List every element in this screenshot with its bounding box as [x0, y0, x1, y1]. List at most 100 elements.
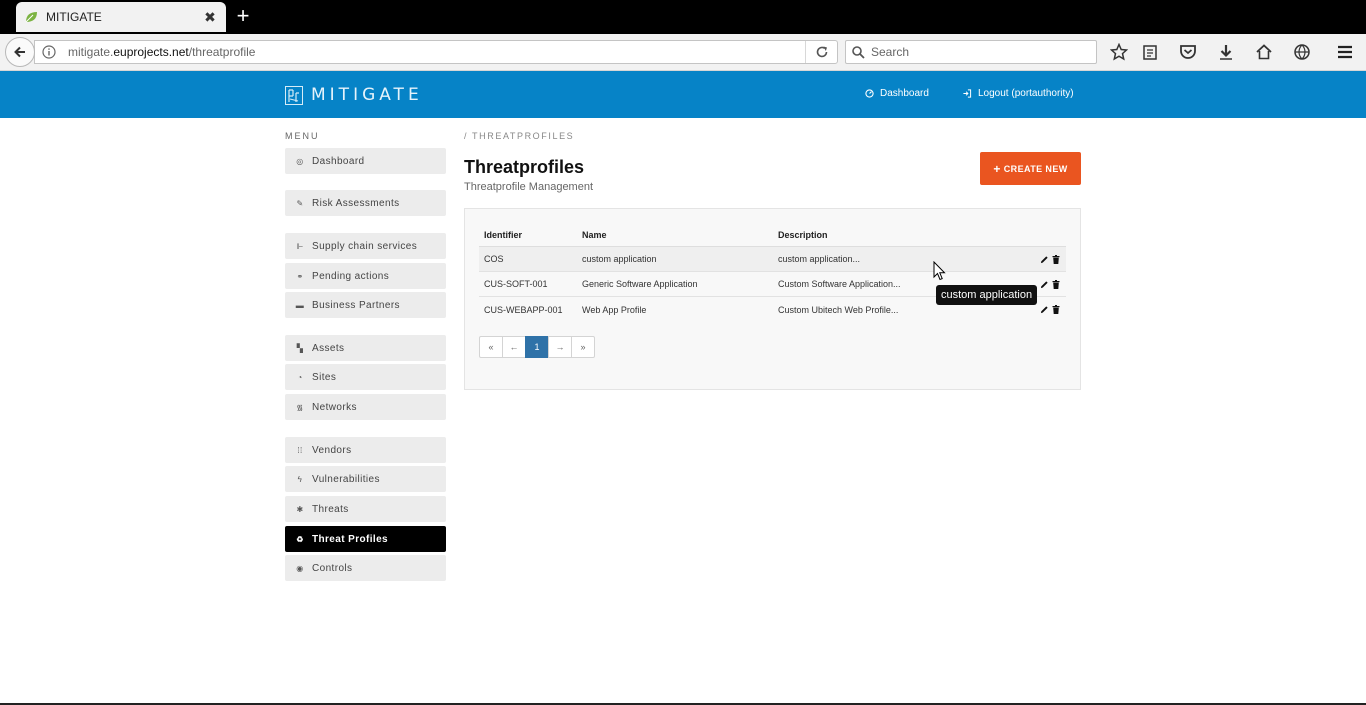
breadcrumb: / THREATPROFILES — [464, 131, 575, 141]
brand[interactable]: MITIGATE — [285, 85, 423, 105]
sidebar-item-label: Sites — [312, 371, 337, 383]
dashboard-icon — [865, 89, 874, 98]
brand-name: MITIGATE — [311, 85, 423, 105]
sidebar-item-sites[interactable]: ◔ Sites — [285, 364, 446, 390]
reload-icon[interactable] — [805, 41, 837, 63]
briefcase-icon: ▬ — [295, 300, 305, 310]
cell-description: custom application... — [778, 254, 861, 264]
create-new-label: CREATE NEW — [1003, 163, 1068, 174]
cell-identifier: CUS-SOFT-001 — [484, 279, 548, 289]
url-domain: euprojects.net — [113, 45, 189, 59]
sidebar-item-networks[interactable]: ᯾ Networks — [285, 394, 446, 420]
sidebar-item-label: Threat Profiles — [312, 533, 389, 545]
home-icon[interactable] — [1254, 42, 1274, 62]
header-logout-label: Logout (portauthority) — [978, 88, 1074, 99]
sidebar-item-label: Supply chain services — [312, 240, 418, 252]
browser-search-input[interactable] — [871, 45, 1091, 59]
dashboard-icon: ◎ — [296, 156, 304, 166]
url-text[interactable]: mitigate.euprojects.net/threatprofile — [68, 45, 805, 59]
eye-icon: ◉ — [296, 563, 304, 573]
link-icon: ⚭ — [296, 271, 304, 281]
pagination: « ← 1 → » — [479, 336, 595, 358]
cell-identifier: CUS-WEBAPP-001 — [484, 304, 563, 315]
browser-search-bar[interactable] — [845, 40, 1097, 64]
cell-identifier: COS — [484, 254, 504, 264]
column-header-description[interactable]: Description — [773, 230, 1028, 240]
page-title: Threatprofiles — [464, 157, 585, 177]
browser-tab[interactable]: MITIGATE ✖ — [16, 2, 226, 32]
reading-list-icon[interactable] — [1140, 42, 1160, 62]
recycle-icon: ♻ — [296, 534, 304, 544]
globe-icon: ◔ — [297, 372, 303, 382]
url-bar[interactable]: mitigate.euprojects.net/threatprofile — [34, 40, 838, 64]
sidebar-item-label: Vendors — [312, 444, 352, 456]
delete-trash-icon[interactable] — [1052, 254, 1060, 264]
bolt-icon: ϟ — [297, 474, 303, 484]
row-actions — [1028, 305, 1066, 314]
edit-pencil-icon[interactable] — [1040, 255, 1049, 264]
download-icon[interactable] — [1216, 42, 1236, 62]
pagination-first-button[interactable]: « — [479, 336, 503, 358]
header-logout-link[interactable]: Logout (portauthority) — [962, 88, 1074, 99]
pagination-page-1[interactable]: 1 — [525, 336, 549, 358]
grid-icon: ⁞⁞ — [297, 445, 303, 455]
sidebar-item-label: Assets — [312, 342, 345, 354]
delete-trash-icon[interactable] — [1052, 305, 1060, 314]
wifi-icon: ᯾ — [296, 402, 304, 412]
column-header-name[interactable]: Name — [577, 230, 773, 240]
create-new-button[interactable]: + CREATE NEW — [980, 152, 1081, 185]
bookmark-star-icon[interactable] — [1109, 42, 1129, 62]
edit-pencil-icon[interactable] — [1040, 305, 1049, 314]
pagination-last-button[interactable]: » — [571, 336, 595, 358]
assets-icon: ▚ — [296, 343, 304, 353]
mitigate-logo-icon — [285, 85, 303, 105]
hamburger-menu-icon[interactable] — [1335, 42, 1355, 62]
app-header: MITIGATE Dashboard Logout (portauthority… — [0, 71, 1366, 118]
delete-trash-icon[interactable] — [1052, 279, 1060, 289]
sidebar-item-assets[interactable]: ▚ Assets — [285, 335, 446, 361]
sidebar-item-label: Threats — [312, 503, 349, 515]
sidebar-item-vendors[interactable]: ⁞⁞ Vendors — [285, 437, 446, 463]
sidebar-item-threats[interactable]: ✱ Threats — [285, 496, 446, 522]
browser-navbar: mitigate.euprojects.net/threatprofile — [0, 34, 1366, 71]
header-dashboard-label: Dashboard — [880, 88, 929, 99]
sidebar-item-dashboard[interactable]: ◎ Dashboard — [285, 148, 446, 174]
header-dashboard-link[interactable]: Dashboard — [865, 88, 929, 99]
sidebar-item-controls[interactable]: ◉ Controls — [285, 555, 446, 581]
bug-icon: ✱ — [296, 504, 304, 514]
sidebar-item-label: Risk Assessments — [312, 197, 400, 209]
sidebar-item-label: Controls — [312, 562, 353, 574]
cell-name: Web App Profile — [582, 304, 647, 315]
pagination-prev-button[interactable]: ← — [502, 336, 526, 358]
back-button[interactable] — [5, 37, 35, 67]
browser-tab-strip: MITIGATE ✖ + — [0, 0, 1366, 34]
sidebar-item-label: Business Partners — [312, 299, 400, 311]
tab-title: MITIGATE — [46, 10, 102, 24]
table-header-row: Identifier Name Description — [479, 224, 1066, 247]
table-row[interactable]: COS custom application custom applicatio… — [479, 247, 1066, 272]
tab-close-icon[interactable]: ✖ — [202, 9, 218, 26]
sidebar-item-label: Dashboard — [312, 155, 365, 167]
sidebar-item-vulnerabilities[interactable]: ϟ Vulnerabilities — [285, 466, 446, 492]
supply-chain-icon: ⊩ — [296, 241, 304, 251]
sidebar-item-pending-actions[interactable]: ⚭ Pending actions — [285, 263, 446, 289]
sidebar-item-supply-chain-services[interactable]: ⊩ Supply chain services — [285, 233, 446, 259]
new-tab-button[interactable]: + — [233, 5, 253, 27]
cell-name: Generic Software Application — [582, 279, 698, 289]
search-icon — [852, 45, 865, 59]
wrench-icon: ✎ — [296, 198, 304, 208]
logout-icon — [962, 89, 972, 98]
vpn-globe-icon[interactable] — [1292, 42, 1312, 62]
sidebar-item-risk-assessments[interactable]: ✎ Risk Assessments — [285, 190, 446, 216]
pocket-icon[interactable] — [1178, 42, 1198, 62]
info-icon[interactable] — [42, 45, 56, 59]
row-actions — [1028, 254, 1066, 264]
column-header-identifier[interactable]: Identifier — [479, 230, 577, 240]
cell-name: custom application — [582, 254, 657, 264]
sidebar-item-business-partners[interactable]: ▬ Business Partners — [285, 292, 446, 318]
edit-pencil-icon[interactable] — [1040, 280, 1049, 289]
page-subtitle: Threatprofile Management — [464, 181, 594, 193]
pagination-next-button[interactable]: → — [548, 336, 572, 358]
sidebar-item-threat-profiles[interactable]: ♻ Threat Profiles — [285, 526, 446, 552]
sidebar-menu-label: MENU — [285, 131, 320, 141]
